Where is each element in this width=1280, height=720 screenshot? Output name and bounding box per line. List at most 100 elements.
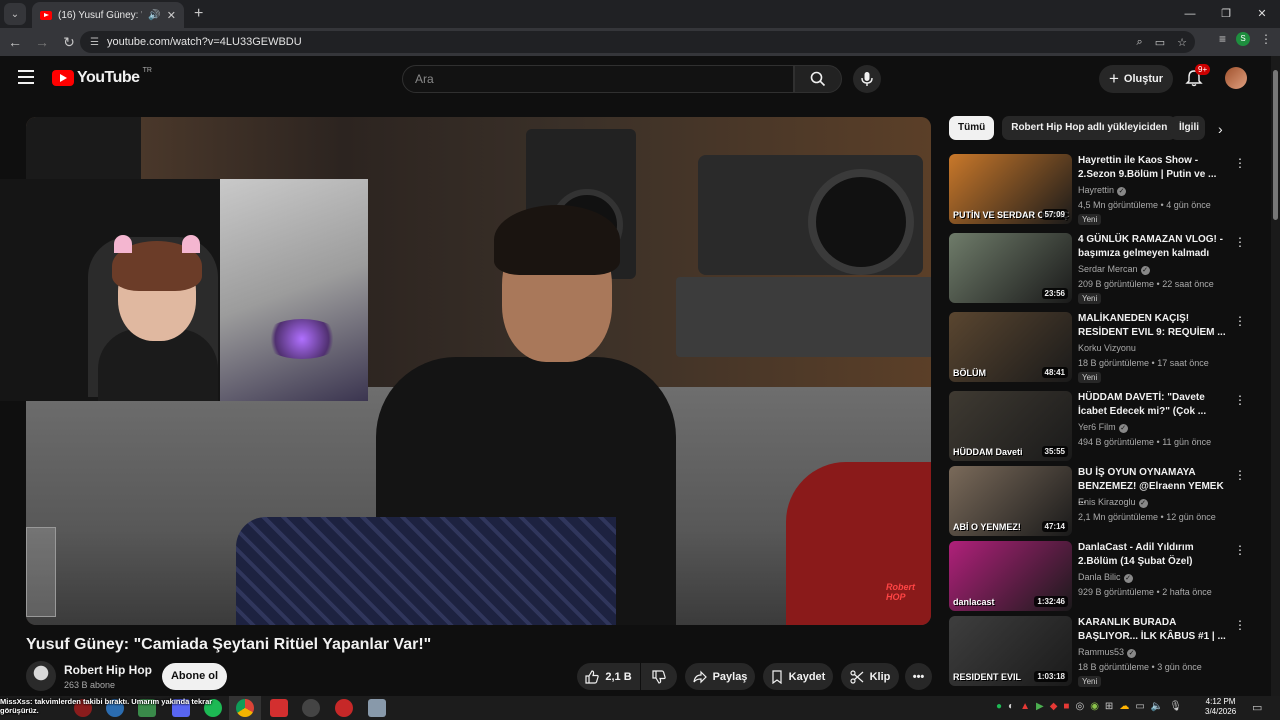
reload-icon[interactable]: ↻ [57,34,81,51]
taskbar-app-icon[interactable] [335,699,353,717]
video-thumbnail[interactable]: RESIDENT EVIL 1:03:18 [949,616,1072,686]
chip-all[interactable]: Tümü [949,116,995,140]
system-clock[interactable]: 4:12 PM 3/4/2026 [1205,697,1236,717]
save-button[interactable]: Kaydet [763,663,833,690]
search-input[interactable]: Ara [402,65,794,93]
spotify-tray-icon[interactable]: ● [996,701,1002,712]
recommendation-channel[interactable]: Hayrettin ✓ [1078,185,1127,196]
taskbar-app-icon[interactable] [368,699,386,717]
speaker-icon[interactable]: 🔊 [148,10,160,21]
more-vertical-icon[interactable]: ⋮ [1234,393,1246,407]
network-icon[interactable]: ▭ [1135,701,1144,712]
tab-search-button[interactable]: ⌄ [4,3,26,25]
restore-window-button[interactable]: ❐ [1208,0,1244,28]
browser-menu-icon[interactable]: ⋮ [1260,32,1272,46]
more-vertical-icon[interactable]: ⋮ [1234,314,1246,328]
address-bar[interactable]: ☰ youtube.com/watch?v=4LU33GEWBDU ⌕ ▭ ☆ [80,31,1195,53]
more-vertical-icon[interactable]: ⋮ [1234,468,1246,482]
recommendation-item[interactable]: ABİ O YENMEZ! 47:14 BU İŞ OYUN OYNAMAYA BE… [949,466,1249,538]
voice-search-button[interactable] [853,65,881,93]
recommendation-item[interactable]: 23:56 4 GÜNLÜK RAMAZAN VLOG! - başımıza g… [949,233,1249,305]
site-info-icon[interactable]: ☰ [90,37,99,48]
recommendation-channel[interactable]: Enis Kirazoglu ✓ [1078,497,1148,508]
warning-tray-icon[interactable]: ▲ [1020,701,1030,712]
microphone-tray-icon[interactable]: 🎙 [1169,701,1182,712]
video-thumbnail[interactable]: BÖLÜM 48:41 [949,312,1072,382]
video-thumbnail[interactable]: PUTİN VE SERDAR ORTAÇ 57:09 [949,154,1072,224]
chip-from-uploader[interactable]: Robert Hip Hop adlı yükleyiciden [1002,116,1177,140]
youtube-logo[interactable]: YouTube TR [52,67,152,87]
scrollbar-thumb[interactable] [1273,70,1278,220]
back-icon[interactable]: ← [3,34,27,50]
subscribe-button[interactable]: Abone ol [162,663,227,690]
recommendation-title[interactable]: HÜDDAM DAVETİ: "Davete İcabet Edecek mi?… [1078,391,1230,419]
account-avatar[interactable] [1225,67,1247,89]
recommendation-title[interactable]: 4 GÜNLÜK RAMAZAN VLOG! - başımıza gelmey… [1078,233,1230,261]
channel-name[interactable]: Robert Hip Hop [64,663,152,677]
clip-button[interactable]: Klip [841,663,899,690]
more-vertical-icon[interactable]: ⋮ [1234,235,1246,249]
thumbnail-text: RESIDENT EVIL [953,672,1022,682]
taskbar-app-icon[interactable] [270,699,288,717]
taskbar-app-icon[interactable] [302,699,320,717]
create-button[interactable]: + Oluştur [1099,65,1173,93]
recommendation-item[interactable]: BÖLÜM 48:41 MALİKANEDEN KAÇIŞ! RESİDENT EV… [949,312,1249,384]
recommendation-item[interactable]: danlacast 1:32:46 DanlaCast - Adil Yıldırı… [949,541,1249,613]
zoom-icon[interactable]: ⌕ [1137,36,1143,49]
tray-app-icon[interactable]: ■ [1063,701,1069,712]
notification-center-icon[interactable]: ▭ [1252,701,1262,714]
more-vertical-icon[interactable]: ⋮ [1234,618,1246,632]
video-thumbnail[interactable]: ABİ O YENMEZ! 47:14 [949,466,1072,536]
media-controls-icon[interactable]: ≡ [1219,32,1226,46]
chevron-right-icon[interactable]: › [1218,121,1223,137]
recommendation-title[interactable]: MALİKANEDEN KAÇIŞ! RESİDENT EVIL 9: REQU… [1078,312,1230,340]
like-button[interactable]: 2,1 B [577,663,640,690]
recommendation-title[interactable]: DanlaCast - Adil Yıldırım 2.Bölüm (14 Şu… [1078,541,1230,569]
page-scrollbar[interactable] [1271,56,1280,696]
tray-app-icon[interactable]: ▶ [1036,701,1044,712]
minimize-window-button[interactable]: — [1172,0,1208,28]
verified-check-icon: ✓ [1138,499,1148,508]
share-button[interactable]: Paylaş [685,663,755,690]
recommendation-item[interactable]: PUTİN VE SERDAR ORTAÇ 57:09 Hayrettin ile … [949,154,1249,226]
video-thumbnail[interactable]: 23:56 [949,233,1072,303]
hamburger-menu-icon[interactable] [18,70,34,84]
profile-avatar[interactable]: S [1236,32,1250,46]
tray-app-icon[interactable]: ◎ [1075,701,1084,712]
more-vertical-icon[interactable]: ⋮ [1234,543,1246,557]
tray-app-icon[interactable]: ◆ [1050,701,1058,712]
more-actions-button[interactable]: ••• [905,663,932,690]
channel-avatar[interactable] [26,661,56,691]
recommendation-channel[interactable]: Korku Vizyonu [1078,343,1136,353]
volume-icon[interactable]: 🔈 [1151,701,1163,712]
bookmark-star-icon[interactable]: ☆ [1177,36,1187,49]
recommendation-meta: 18 B görüntüleme • 3 gün önce [1078,662,1202,672]
video-thumbnail[interactable]: HÜDDAM Daveti 35:55 [949,391,1072,461]
close-tab-icon[interactable]: ✕ [167,9,176,22]
dislike-button[interactable] [641,663,677,690]
video-duration: 47:14 [1041,521,1068,532]
tray-app-icon[interactable]: ◐ [1008,701,1014,712]
cloud-tray-icon[interactable]: ☁ [1119,701,1129,712]
verified-check-icon: ✓ [1123,574,1133,583]
recommendation-title[interactable]: KARANLIK BURADA BAŞLIYOR... İLK KÂBUS #1… [1078,616,1230,644]
recommendation-title[interactable]: Hayrettin ile Kaos Show - 2.Sezon 9.Bölü… [1078,154,1230,182]
tray-app-icon[interactable]: ◉ [1090,701,1099,712]
recommendation-item[interactable]: RESIDENT EVIL 1:03:18 KARANLIK BURADA BAŞL… [949,616,1249,688]
search-button[interactable] [794,65,842,93]
forward-icon[interactable]: → [30,34,54,50]
video-thumbnail[interactable]: danlacast 1:32:46 [949,541,1072,611]
recommendation-item[interactable]: HÜDDAM Daveti 35:55 HÜDDAM DAVETİ: "Davete… [949,391,1249,463]
more-vertical-icon[interactable]: ⋮ [1234,156,1246,170]
recommendation-channel[interactable]: Yer6 Film ✓ [1078,422,1128,433]
recommendation-channel[interactable]: Danla Bilic ✓ [1078,572,1133,583]
browser-tab-youtube[interactable]: (16) Yusuf Güney: "Camiada 🔊 ✕ [32,2,184,28]
tray-app-icon[interactable]: ⊞ [1105,701,1113,712]
chrome-icon[interactable] [236,699,254,717]
new-tab-button[interactable]: + [194,5,203,23]
cast-icon[interactable]: ▭ [1155,36,1165,49]
chip-related[interactable]: İlgili [1170,116,1205,140]
recommendation-channel[interactable]: Rammus53 ✓ [1078,647,1137,658]
close-window-button[interactable]: ✕ [1244,0,1280,28]
recommendation-channel[interactable]: Serdar Mercan ✓ [1078,264,1150,275]
